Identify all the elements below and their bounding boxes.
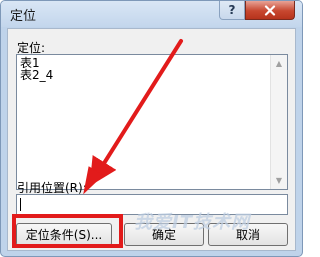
goto-list[interactable]: 表1 表2_4 ▲ ▼ xyxy=(16,54,288,190)
scroll-down-icon[interactable]: ▼ xyxy=(271,172,287,189)
help-button[interactable]: ? xyxy=(219,1,245,20)
vertical-scrollbar[interactable]: ▲ ▼ xyxy=(270,55,287,189)
scroll-up-icon[interactable]: ▲ xyxy=(271,55,287,72)
window-title: 定位 xyxy=(10,9,37,24)
goto-list-items: 表1 表2_4 xyxy=(17,55,271,189)
title-bar[interactable]: 定位 ? xyxy=(1,1,302,27)
list-item[interactable]: 表2_4 xyxy=(20,69,271,81)
watermark-text: 我爱IT技术网 xyxy=(134,212,250,233)
close-icon xyxy=(264,4,276,16)
question-mark-icon: ? xyxy=(228,3,236,17)
close-button[interactable] xyxy=(245,1,295,20)
annotation-highlight-box xyxy=(12,214,123,248)
text-caret xyxy=(20,198,21,211)
list-item[interactable]: 表1 xyxy=(20,57,271,69)
